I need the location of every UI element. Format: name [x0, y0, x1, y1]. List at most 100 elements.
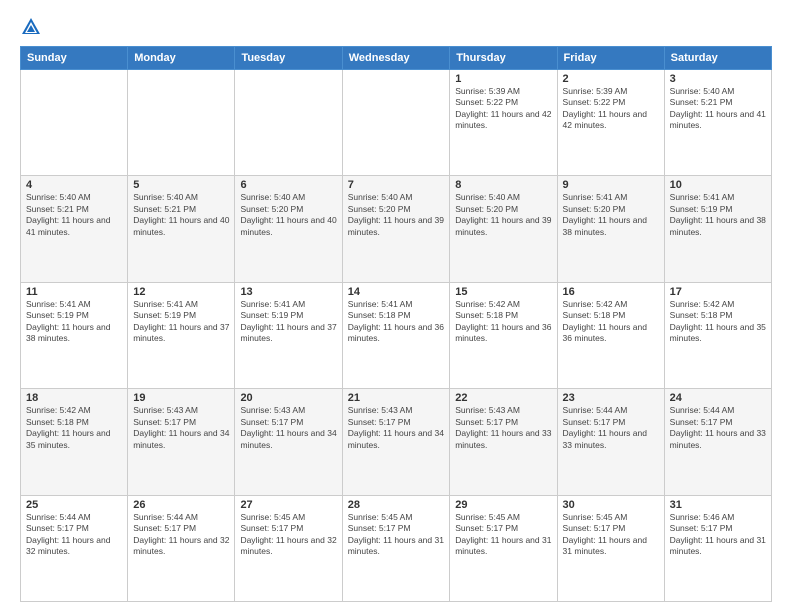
day-number: 3	[670, 73, 766, 85]
calendar-cell: 3Sunrise: 5:40 AM Sunset: 5:21 PM Daylig…	[664, 70, 771, 176]
calendar-cell: 21Sunrise: 5:43 AM Sunset: 5:17 PM Dayli…	[342, 389, 450, 495]
day-number: 30	[563, 499, 659, 511]
day-info: Sunrise: 5:39 AM Sunset: 5:22 PM Dayligh…	[563, 86, 659, 132]
day-number: 9	[563, 179, 659, 191]
calendar-cell: 1Sunrise: 5:39 AM Sunset: 5:22 PM Daylig…	[450, 70, 557, 176]
day-info: Sunrise: 5:40 AM Sunset: 5:20 PM Dayligh…	[240, 192, 336, 238]
col-friday: Friday	[557, 47, 664, 70]
calendar-cell: 31Sunrise: 5:46 AM Sunset: 5:17 PM Dayli…	[664, 495, 771, 601]
day-number: 14	[348, 286, 445, 298]
calendar-cell: 7Sunrise: 5:40 AM Sunset: 5:20 PM Daylig…	[342, 176, 450, 282]
calendar-cell: 10Sunrise: 5:41 AM Sunset: 5:19 PM Dayli…	[664, 176, 771, 282]
day-info: Sunrise: 5:41 AM Sunset: 5:19 PM Dayligh…	[240, 299, 336, 345]
day-number: 17	[670, 286, 766, 298]
calendar-cell: 9Sunrise: 5:41 AM Sunset: 5:20 PM Daylig…	[557, 176, 664, 282]
calendar-cell: 8Sunrise: 5:40 AM Sunset: 5:20 PM Daylig…	[450, 176, 557, 282]
day-number: 24	[670, 392, 766, 404]
day-info: Sunrise: 5:39 AM Sunset: 5:22 PM Dayligh…	[455, 86, 551, 132]
calendar-cell: 17Sunrise: 5:42 AM Sunset: 5:18 PM Dayli…	[664, 282, 771, 388]
day-info: Sunrise: 5:42 AM Sunset: 5:18 PM Dayligh…	[670, 299, 766, 345]
day-info: Sunrise: 5:45 AM Sunset: 5:17 PM Dayligh…	[348, 512, 445, 558]
col-saturday: Saturday	[664, 47, 771, 70]
calendar-cell: 27Sunrise: 5:45 AM Sunset: 5:17 PM Dayli…	[235, 495, 342, 601]
day-number: 29	[455, 499, 551, 511]
calendar-week-row: 18Sunrise: 5:42 AM Sunset: 5:18 PM Dayli…	[21, 389, 772, 495]
calendar-cell	[235, 70, 342, 176]
day-number: 22	[455, 392, 551, 404]
day-number: 21	[348, 392, 445, 404]
day-number: 2	[563, 73, 659, 85]
day-info: Sunrise: 5:42 AM Sunset: 5:18 PM Dayligh…	[26, 405, 122, 451]
day-number: 8	[455, 179, 551, 191]
day-info: Sunrise: 5:43 AM Sunset: 5:17 PM Dayligh…	[133, 405, 229, 451]
day-info: Sunrise: 5:41 AM Sunset: 5:19 PM Dayligh…	[670, 192, 766, 238]
day-number: 1	[455, 73, 551, 85]
day-info: Sunrise: 5:41 AM Sunset: 5:20 PM Dayligh…	[563, 192, 659, 238]
logo	[20, 16, 46, 38]
day-number: 23	[563, 392, 659, 404]
calendar-cell: 15Sunrise: 5:42 AM Sunset: 5:18 PM Dayli…	[450, 282, 557, 388]
day-info: Sunrise: 5:43 AM Sunset: 5:17 PM Dayligh…	[455, 405, 551, 451]
calendar-cell: 6Sunrise: 5:40 AM Sunset: 5:20 PM Daylig…	[235, 176, 342, 282]
day-info: Sunrise: 5:44 AM Sunset: 5:17 PM Dayligh…	[563, 405, 659, 451]
calendar-cell: 24Sunrise: 5:44 AM Sunset: 5:17 PM Dayli…	[664, 389, 771, 495]
day-number: 7	[348, 179, 445, 191]
calendar-cell	[128, 70, 235, 176]
calendar-cell: 22Sunrise: 5:43 AM Sunset: 5:17 PM Dayli…	[450, 389, 557, 495]
col-monday: Monday	[128, 47, 235, 70]
day-info: Sunrise: 5:44 AM Sunset: 5:17 PM Dayligh…	[133, 512, 229, 558]
day-info: Sunrise: 5:42 AM Sunset: 5:18 PM Dayligh…	[455, 299, 551, 345]
calendar-cell: 20Sunrise: 5:43 AM Sunset: 5:17 PM Dayli…	[235, 389, 342, 495]
day-info: Sunrise: 5:44 AM Sunset: 5:17 PM Dayligh…	[670, 405, 766, 451]
calendar-week-row: 1Sunrise: 5:39 AM Sunset: 5:22 PM Daylig…	[21, 70, 772, 176]
calendar-week-row: 11Sunrise: 5:41 AM Sunset: 5:19 PM Dayli…	[21, 282, 772, 388]
calendar-cell: 2Sunrise: 5:39 AM Sunset: 5:22 PM Daylig…	[557, 70, 664, 176]
col-tuesday: Tuesday	[235, 47, 342, 70]
calendar-header-row: Sunday Monday Tuesday Wednesday Thursday…	[21, 47, 772, 70]
calendar-cell: 23Sunrise: 5:44 AM Sunset: 5:17 PM Dayli…	[557, 389, 664, 495]
col-wednesday: Wednesday	[342, 47, 450, 70]
day-info: Sunrise: 5:45 AM Sunset: 5:17 PM Dayligh…	[563, 512, 659, 558]
day-info: Sunrise: 5:40 AM Sunset: 5:20 PM Dayligh…	[348, 192, 445, 238]
day-number: 28	[348, 499, 445, 511]
day-number: 5	[133, 179, 229, 191]
day-info: Sunrise: 5:45 AM Sunset: 5:17 PM Dayligh…	[240, 512, 336, 558]
general-blue-logo-icon	[20, 16, 42, 38]
page: Sunday Monday Tuesday Wednesday Thursday…	[0, 0, 792, 612]
calendar-cell: 5Sunrise: 5:40 AM Sunset: 5:21 PM Daylig…	[128, 176, 235, 282]
day-number: 19	[133, 392, 229, 404]
calendar-cell: 28Sunrise: 5:45 AM Sunset: 5:17 PM Dayli…	[342, 495, 450, 601]
day-info: Sunrise: 5:43 AM Sunset: 5:17 PM Dayligh…	[348, 405, 445, 451]
calendar-week-row: 4Sunrise: 5:40 AM Sunset: 5:21 PM Daylig…	[21, 176, 772, 282]
header	[20, 16, 772, 38]
day-number: 16	[563, 286, 659, 298]
calendar-cell	[21, 70, 128, 176]
day-number: 15	[455, 286, 551, 298]
calendar-cell: 13Sunrise: 5:41 AM Sunset: 5:19 PM Dayli…	[235, 282, 342, 388]
day-info: Sunrise: 5:41 AM Sunset: 5:18 PM Dayligh…	[348, 299, 445, 345]
calendar-table: Sunday Monday Tuesday Wednesday Thursday…	[20, 46, 772, 602]
day-number: 10	[670, 179, 766, 191]
day-info: Sunrise: 5:40 AM Sunset: 5:21 PM Dayligh…	[670, 86, 766, 132]
day-number: 18	[26, 392, 122, 404]
day-info: Sunrise: 5:40 AM Sunset: 5:21 PM Dayligh…	[133, 192, 229, 238]
day-number: 12	[133, 286, 229, 298]
day-info: Sunrise: 5:41 AM Sunset: 5:19 PM Dayligh…	[26, 299, 122, 345]
calendar-cell: 4Sunrise: 5:40 AM Sunset: 5:21 PM Daylig…	[21, 176, 128, 282]
day-info: Sunrise: 5:40 AM Sunset: 5:20 PM Dayligh…	[455, 192, 551, 238]
calendar-cell: 26Sunrise: 5:44 AM Sunset: 5:17 PM Dayli…	[128, 495, 235, 601]
calendar-cell	[342, 70, 450, 176]
calendar-cell: 30Sunrise: 5:45 AM Sunset: 5:17 PM Dayli…	[557, 495, 664, 601]
day-number: 4	[26, 179, 122, 191]
calendar-week-row: 25Sunrise: 5:44 AM Sunset: 5:17 PM Dayli…	[21, 495, 772, 601]
calendar-cell: 19Sunrise: 5:43 AM Sunset: 5:17 PM Dayli…	[128, 389, 235, 495]
day-info: Sunrise: 5:46 AM Sunset: 5:17 PM Dayligh…	[670, 512, 766, 558]
day-info: Sunrise: 5:44 AM Sunset: 5:17 PM Dayligh…	[26, 512, 122, 558]
day-number: 20	[240, 392, 336, 404]
day-number: 25	[26, 499, 122, 511]
day-info: Sunrise: 5:40 AM Sunset: 5:21 PM Dayligh…	[26, 192, 122, 238]
day-info: Sunrise: 5:45 AM Sunset: 5:17 PM Dayligh…	[455, 512, 551, 558]
day-number: 31	[670, 499, 766, 511]
day-info: Sunrise: 5:42 AM Sunset: 5:18 PM Dayligh…	[563, 299, 659, 345]
day-number: 27	[240, 499, 336, 511]
